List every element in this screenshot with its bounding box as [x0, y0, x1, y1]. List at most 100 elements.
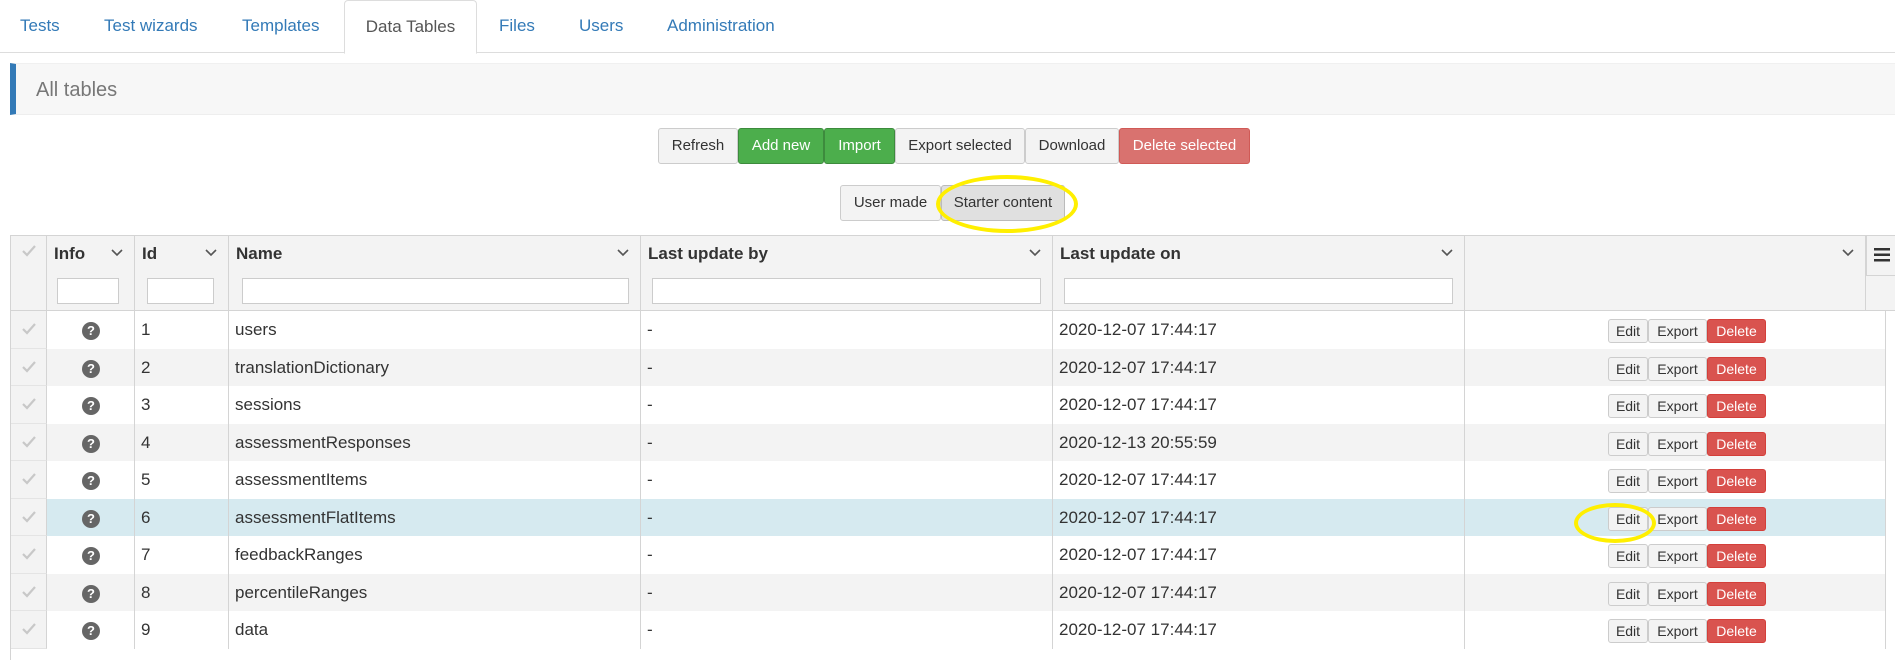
delete-button[interactable]: Delete — [1707, 469, 1766, 493]
edit-button[interactable]: Edit — [1608, 319, 1648, 343]
edit-button[interactable]: Edit — [1608, 356, 1648, 381]
last-update-by-cell: - — [641, 498, 1053, 536]
info-cell: ? — [47, 536, 135, 574]
row-select-cell[interactable] — [11, 611, 47, 649]
table-row[interactable]: ? 8 percentileRanges -2020-12-07 17:44:17 Ed… — [11, 573, 1886, 611]
id-cell: 5 — [135, 461, 229, 499]
row-select-cell[interactable] — [11, 536, 47, 574]
export-button[interactable]: Export — [1648, 431, 1707, 456]
column-header-id[interactable]: Id — [135, 236, 229, 311]
name-cell: sessions — [229, 386, 641, 424]
edit-button[interactable]: Edit — [1608, 506, 1648, 531]
column-header-info[interactable]: Info — [47, 236, 135, 311]
edit-button[interactable]: Edit — [1608, 581, 1648, 606]
tab-administration[interactable]: Administration — [667, 0, 775, 53]
name-filter-input[interactable] — [242, 278, 629, 304]
question-circle-icon[interactable]: ? — [82, 622, 100, 640]
id-filter-input[interactable] — [147, 278, 214, 304]
row-select-cell[interactable] — [11, 461, 47, 499]
row-select-cell[interactable] — [11, 423, 47, 461]
export-button[interactable]: Export — [1648, 544, 1707, 568]
grid-menu-button[interactable] — [1866, 236, 1895, 276]
name-cell: users — [229, 311, 641, 349]
row-select-cell[interactable] — [11, 386, 47, 424]
export-button[interactable]: Export — [1648, 356, 1707, 381]
delete-button[interactable]: Delete — [1707, 581, 1766, 606]
column-header-actions[interactable] — [1465, 236, 1866, 311]
chevron-down-icon[interactable] — [204, 246, 218, 260]
table-row[interactable]: ? 9 data -2020-12-07 17:44:17 Edit Export Dele… — [11, 611, 1886, 649]
starter-content-button[interactable]: Starter content — [941, 185, 1065, 221]
export-button[interactable]: Export — [1648, 319, 1707, 343]
question-circle-icon[interactable]: ? — [82, 472, 100, 490]
delete-button[interactable]: Delete — [1707, 619, 1766, 643]
question-circle-icon[interactable]: ? — [82, 359, 100, 378]
last-update-by-cell: - — [641, 536, 1053, 574]
tab-data-tables[interactable]: Data Tables — [344, 0, 477, 54]
user-made-button[interactable]: User made — [840, 185, 941, 221]
edit-button[interactable]: Edit — [1608, 431, 1648, 456]
delete-button[interactable]: Delete — [1707, 506, 1766, 531]
edit-button[interactable]: Edit — [1608, 469, 1648, 493]
tab-templates[interactable]: Templates — [242, 0, 319, 53]
tab-test-wizards[interactable]: Test wizards — [104, 0, 198, 53]
export-button[interactable]: Export — [1648, 394, 1707, 418]
chevron-down-icon[interactable] — [616, 246, 630, 260]
question-circle-icon[interactable]: ? — [82, 434, 100, 453]
export-button[interactable]: Export — [1648, 469, 1707, 493]
download-button[interactable]: Download — [1025, 128, 1119, 164]
column-header-last-update-by[interactable]: Last update by — [641, 236, 1053, 311]
tab-files[interactable]: Files — [499, 0, 535, 53]
export-button[interactable]: Export — [1648, 619, 1707, 643]
export-button[interactable]: Export — [1648, 581, 1707, 606]
question-circle-icon[interactable]: ? — [82, 397, 100, 415]
delete-selected-button[interactable]: Delete selected — [1119, 128, 1250, 164]
table-row[interactable]: ? 5 assessmentItems -2020-12-07 17:44:17 Edi… — [11, 461, 1886, 499]
delete-button[interactable]: Delete — [1707, 544, 1766, 568]
import-button[interactable]: Import — [824, 128, 895, 164]
last-update-by-filter-input[interactable] — [652, 278, 1041, 304]
question-circle-icon[interactable]: ? — [82, 509, 100, 528]
select-all-header[interactable] — [11, 236, 47, 311]
tab-users[interactable]: Users — [579, 0, 623, 53]
delete-button[interactable]: Delete — [1707, 394, 1766, 418]
column-header-last-update-on[interactable]: Last update on — [1053, 236, 1465, 311]
add-new-button[interactable]: Add new — [738, 128, 824, 164]
table-row[interactable]: ? 1 users -2020-12-07 17:44:17 Edit Export Del… — [11, 311, 1886, 349]
column-header-name[interactable]: Name — [229, 236, 641, 311]
export-selected-button[interactable]: Export selected — [895, 128, 1025, 164]
row-select-cell[interactable] — [11, 311, 47, 349]
last-update-on-filter-input[interactable] — [1064, 278, 1453, 304]
table-row[interactable]: ? 7 feedbackRanges -2020-12-07 17:44:17 Edit… — [11, 536, 1886, 574]
question-circle-icon[interactable]: ? — [82, 584, 100, 603]
table-row[interactable]: ? 4 assessmentResponses -2020-12-13 20:55:5… — [11, 423, 1886, 461]
delete-button[interactable]: Delete — [1707, 431, 1766, 456]
edit-button[interactable]: Edit — [1608, 394, 1648, 418]
chevron-down-icon[interactable] — [1440, 246, 1454, 260]
id-cell: 7 — [135, 536, 229, 574]
check-icon — [22, 245, 36, 257]
chevron-down-icon[interactable] — [1028, 246, 1042, 260]
table-row[interactable]: ? 2 translationDictionary -2020-12-07 17:44… — [11, 348, 1886, 386]
grid-header: Info Id Name Last update by Last update … — [11, 236, 1895, 311]
delete-button[interactable]: Delete — [1707, 319, 1766, 343]
actions-cell: Edit Export Delete — [1465, 423, 1886, 461]
row-select-cell[interactable] — [11, 348, 47, 386]
info-filter-input[interactable] — [57, 278, 119, 304]
table-row[interactable]: ? 6 assessmentFlatItems -2020-12-07 17:44:1… — [11, 498, 1886, 536]
tab-tests[interactable]: Tests — [20, 0, 60, 53]
actions-cell: Edit Export Delete — [1465, 498, 1886, 536]
chevron-down-icon[interactable] — [110, 246, 124, 260]
info-cell: ? — [47, 348, 135, 386]
delete-button[interactable]: Delete — [1707, 356, 1766, 381]
row-select-cell[interactable] — [11, 498, 47, 536]
edit-button[interactable]: Edit — [1608, 619, 1648, 643]
chevron-down-icon[interactable] — [1841, 246, 1855, 260]
question-circle-icon[interactable]: ? — [82, 547, 100, 565]
row-select-cell[interactable] — [11, 573, 47, 611]
table-row[interactable]: ? 3 sessions -2020-12-07 17:44:17 Edit Export… — [11, 386, 1886, 424]
edit-button[interactable]: Edit — [1608, 544, 1648, 568]
refresh-button[interactable]: Refresh — [658, 128, 738, 164]
question-circle-icon[interactable]: ? — [82, 322, 100, 340]
export-button[interactable]: Export — [1648, 506, 1707, 531]
